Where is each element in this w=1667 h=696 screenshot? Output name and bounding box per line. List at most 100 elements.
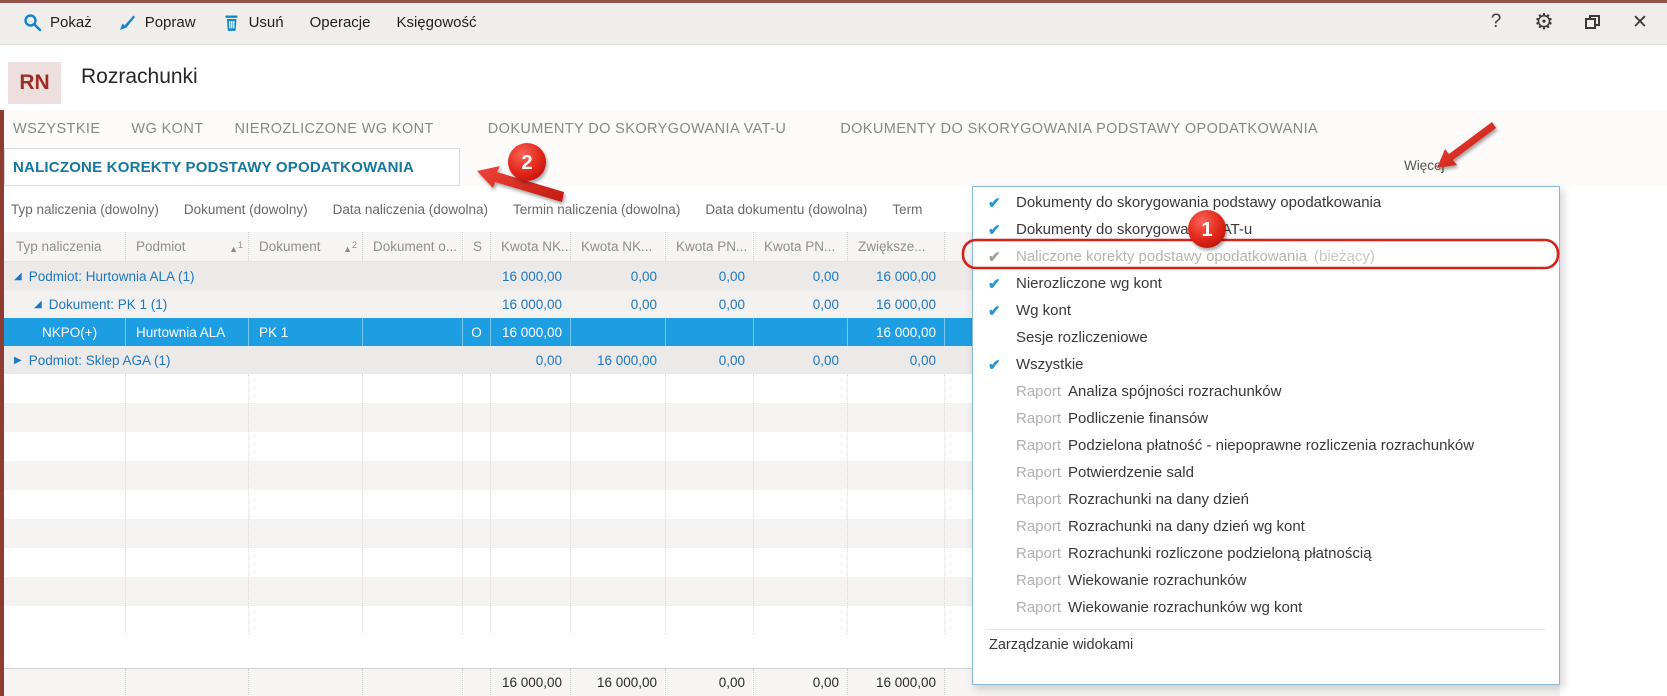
left-accent-strip [0,110,4,696]
data-cell [362,318,462,346]
column-header-9[interactable]: Zwiększe... [847,232,944,261]
help-button[interactable]: ? [1485,10,1507,34]
column-header-label: S [473,239,483,254]
data-cell: 16 000,00 [847,318,944,346]
check-icon: ✔ [988,356,1001,374]
menu-item-analiza-spójności-rozrachunków[interactable]: Raport Analiza spójności rozrachunków [973,378,1559,405]
column-header-3[interactable]: Dokument o... [362,232,462,261]
expand-icon[interactable]: ◢ [14,271,22,282]
column-separator [462,374,463,634]
toolbar-button-operacje[interactable]: Operacje [297,0,384,45]
menu-item-potwierdzenie-sald[interactable]: Raport Potwierdzenie sald [973,459,1559,486]
menu-item-prefix: Raport [1016,437,1062,454]
filter-termin[interactable]: Termin naliczenia (dowolna) [513,202,680,217]
menu-item-label: Rozrachunki na dany dzień wg kont [1068,518,1305,535]
window-controls: ? ⚙ ✕ [1485,9,1667,34]
menu-item-dokumenty-do-skorygowania-vat-u[interactable]: ✔ Dokumenty do skorygowania VAT-u [973,216,1559,243]
expand-icon[interactable]: ◢ [34,299,42,310]
collapse-icon[interactable]: ▶ [14,355,22,366]
menu-item-label: Wiekowanie rozrachunków wg kont [1068,599,1303,616]
sort-asc-icon: ▲1 [229,239,243,254]
column-header-label: Kwota NK... [501,239,570,254]
column-header-6[interactable]: Kwota NK... [570,232,665,261]
tab-dokumenty-do-skorygowania-podstawy-opodatkowania[interactable]: DOKUMENTY DO SKORYGOWANIA PODSTAWY OPODA… [840,121,1318,137]
summary-empty-cell [462,668,490,696]
column-header-2[interactable]: Dokument ▲2 [248,232,362,261]
group-amount-cell: 0,00 [718,352,745,368]
menu-item-dokumenty-do-skorygowania-podstawy-opodatkowania[interactable]: ✔ Dokumenty do skorygowania podstawy opod… [973,189,1559,216]
menu-item-rozrachunki-na-dany-dzień[interactable]: Raport Rozrachunki na dany dzień [973,486,1559,513]
filter-data[interactable]: Data dokumentu (dowolna) [705,202,867,217]
toolbar-button-poka[interactable]: Pokaż [10,0,105,45]
column-header-1[interactable]: Podmiot ▲1 [125,232,248,261]
app-window: Pokaż Popraw Usuń Operacje Księgowość ? ⚙ ✕ RN… [0,0,1667,696]
settings-button[interactable]: ⚙ [1533,9,1555,34]
column-header-4[interactable]: S [462,232,490,261]
group-label-text: Podmiot: Hurtownia ALA (1) [28,268,195,284]
menu-footer-manage-views[interactable]: Zarządzanie widokami [973,630,1559,660]
menu-item-wg-kont[interactable]: ✔ Wg kont [973,297,1559,324]
search-icon [24,13,42,31]
tab-wszystkie[interactable]: WSZYSTKIE [13,121,100,137]
menu-item-wiekowanie-rozrachunków-wg-kont[interactable]: Raport Wiekowanie rozrachunków wg kont [973,594,1559,621]
menu-item-podzielona-płatność-niepoprawne-rozliczenia-rozrachunków[interactable]: Raport Podzielona płatność - niepoprawne … [973,432,1559,459]
column-header-7[interactable]: Kwota PN... [665,232,753,261]
sort-asc-icon: ▲2 [343,239,357,254]
menu-item-label: Nierozliczone wg kont [1016,275,1162,292]
settings-icon: ⚙ [1534,9,1554,34]
menu-item-label: Wszystkie [1016,356,1084,373]
menu-item-naliczone-korekty-podstawy-opodatkowania[interactable]: ✔ Naliczone korekty podstawy opodatkowani… [973,243,1559,270]
tab-nierozliczone-wg-kont[interactable]: NIEROZLICZONE WG KONT [234,121,433,137]
group-amount-cell: 16 000,00 [501,296,562,312]
menu-item-label: Analiza spójności rozrachunków [1068,383,1282,400]
summary-amount-cell: 0,00 [753,668,847,696]
summary-empty-cell [248,668,362,696]
group-amount-cell: 0,00 [718,268,745,284]
menu-item-prefix: Raport [1016,518,1062,535]
filter-dokument[interactable]: Dokument (dowolny) [184,202,308,217]
module-badge: RN [8,62,61,104]
column-header-8[interactable]: Kwota PN... [753,232,847,261]
tab-wg-kont[interactable]: WG KONT [131,121,203,137]
menu-item-podliczenie-finansów[interactable]: Raport Podliczenie finansów [973,405,1559,432]
summary-empty-cell [125,668,248,696]
menu-item-label: Potwierdzenie sald [1068,464,1194,481]
toolbar-button-ksigowo[interactable]: Księgowość [383,0,489,45]
column-header-label: Kwota PN... [764,239,836,254]
restore-button[interactable] [1581,10,1603,34]
tab-dokumenty-do-skorygowania-vat-u[interactable]: DOKUMENTY DO SKORYGOWANIA VAT-U [488,121,786,137]
filter-term[interactable]: Term [892,202,922,217]
menu-item-nierozliczone-wg-kont[interactable]: ✔ Nierozliczone wg kont [973,270,1559,297]
more-views-link[interactable]: Więcej [1404,158,1445,173]
data-cell [665,318,753,346]
menu-item-rozrachunki-rozliczone-podzieloną-płatnością[interactable]: Raport Rozrachunki rozliczone podzieloną … [973,540,1559,567]
restore-icon [1584,15,1600,29]
menu-item-rozrachunki-na-dany-dzień-wg-kont[interactable]: Raport Rozrachunki na dany dzień wg kont [973,513,1559,540]
data-cell: NKPO(+) [42,324,98,340]
menu-item-label: Wg kont [1016,302,1072,319]
column-header-label: Kwota NK... [581,239,653,254]
tab-naliczone-korekty-active[interactable]: NALICZONE KOREKTY PODSTAWY OPODATKOWANIA [4,148,460,186]
column-separator [248,374,249,634]
menu-item-sesje-rozliczeniowe[interactable]: Sesje rozliczeniowe [973,324,1559,351]
toolbar-button-popraw[interactable]: Popraw [105,0,209,45]
trash-icon [225,15,238,31]
menu-item-wiekowanie-rozrachunków[interactable]: Raport Wiekowanie rozrachunków [973,567,1559,594]
menu-item-prefix: Raport [1016,572,1062,589]
menu-item-label: Rozrachunki rozliczone podzieloną płatno… [1068,545,1372,562]
group-amount-cell: 0,00 [812,352,839,368]
menu-item-wszystkie[interactable]: ✔ Wszystkie [973,351,1559,378]
filter-typ[interactable]: Typ naliczenia (dowolny) [11,202,159,217]
toolbar-button-usu[interactable]: Usuń [209,0,297,45]
toolbar-button-label: Księgowość [396,13,477,31]
view-tabs-row1: WSZYSTKIE WG KONT NIEROZLICZONE WG KONT DOK… [4,110,1667,148]
group-amount-cell: 0,00 [535,352,562,368]
filter-data[interactable]: Data naliczenia (dowolna) [333,202,488,217]
column-header-5[interactable]: Kwota NK... [490,232,570,261]
column-separator [125,374,126,634]
column-header-0[interactable]: Typ naliczenia [4,232,125,261]
column-separator [753,374,754,634]
main-toolbar: Pokaż Popraw Usuń Operacje Księgowość ? ⚙ ✕ [0,0,1667,45]
data-cell [753,318,847,346]
close-button[interactable]: ✕ [1629,10,1651,34]
